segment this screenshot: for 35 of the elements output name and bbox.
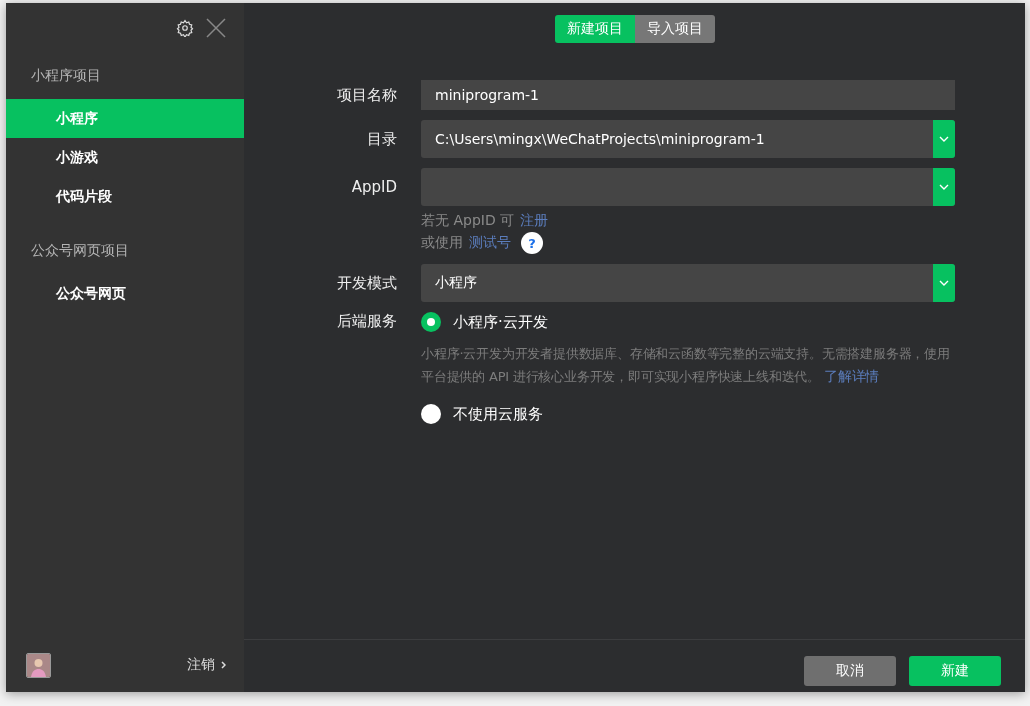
select-field[interactable]: 小程序 — [421, 264, 955, 302]
group-title: 小程序项目 — [30, 66, 102, 85]
help-button[interactable]: ? — [521, 232, 543, 254]
link[interactable]: 了解详情 — [823, 368, 880, 384]
field-label: 开发模式 — [336, 273, 398, 293]
link[interactable]: 测试号 — [469, 234, 511, 252]
tab[interactable]: 导入项目 — [634, 15, 715, 43]
option-description: 小程序·云开发为开发者提供数据库、存储和云函数等完整的云端支持。无需搭建服务器，使用平台提供的 API 进行核心业务开发，即可实现小程序快速上线和迭代。 了解详情 — [421, 345, 951, 386]
sidebar-item[interactable]: 小游戏 — [6, 138, 244, 177]
settings-icon[interactable] — [176, 19, 194, 37]
option-label: 不使用云服务 — [453, 404, 543, 424]
option-label: 小程序·云开发 — [453, 312, 548, 332]
field-label: 目录 — [366, 129, 398, 149]
field-label: 后端服务 — [336, 312, 398, 331]
chevron-down-icon — [939, 280, 949, 286]
hint-text: 或使用 — [421, 234, 463, 252]
chevron-right-icon — [221, 661, 226, 669]
sidebar-item[interactable]: 代码片段 — [6, 177, 244, 216]
hint-text: 若无 AppID 可 — [421, 212, 515, 230]
avatar-icon — [26, 652, 51, 678]
field-label: AppID — [350, 178, 398, 196]
close-icon[interactable] — [206, 18, 226, 38]
field-label: 项目名称 — [336, 85, 398, 105]
link[interactable]: 注册 — [520, 212, 549, 230]
group-title: 公众号网页项目 — [30, 241, 130, 260]
sidebar-item[interactable]: 公众号网页 — [6, 274, 244, 313]
select-field[interactable] — [421, 168, 955, 206]
chevron-down-icon — [939, 136, 949, 142]
logout-link[interactable]: 注销 — [187, 656, 226, 674]
radio-button[interactable] — [421, 404, 441, 424]
cancel-button[interactable]: 取消 — [804, 656, 896, 686]
chevron-down-icon — [939, 184, 949, 190]
input-field[interactable]: miniprogram-1 — [421, 80, 955, 110]
radio-button[interactable] — [421, 312, 441, 332]
select-field[interactable]: C:\Users\mingx\WeChatProjects\miniprogram-1 — [421, 120, 955, 158]
